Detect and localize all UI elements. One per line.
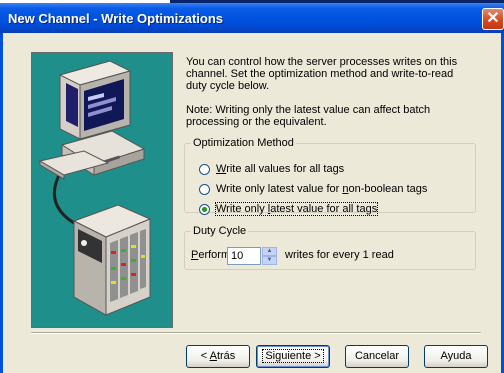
description-paragraph-2: Note: Writing only the latest value can … [186, 104, 431, 128]
duty-cycle-suffix: writes for every 1 read [285, 249, 394, 261]
radio-write-all-values-label[interactable]: Write all values for all tags [216, 163, 344, 175]
wizard-illustration [31, 52, 173, 328]
perform-label: Perform [191, 249, 231, 261]
optimization-method-group: Optimization Method Write all values for… [184, 137, 476, 216]
duty-cycle-group: Duty Cycle Perform 10 ▲ ▼ writes for eve… [184, 225, 476, 270]
wizard-illustration-graphic [38, 60, 152, 316]
computer-icon [38, 60, 146, 180]
duty-cycle-legend: Duty Cycle [193, 225, 247, 237]
duty-cycle-spinner[interactable]: ▲ ▼ [262, 247, 277, 265]
close-icon: ✕ [486, 10, 500, 27]
window-title: New Channel - Write Optimizations [8, 11, 224, 26]
title-bar[interactable]: New Channel - Write Optimizations ✕ [0, 3, 504, 33]
cancel-button[interactable]: Cancelar [345, 345, 409, 368]
description-paragraph-1: You can control how the server processes… [186, 56, 458, 92]
back-button[interactable]: < Atrás [186, 345, 250, 368]
help-button[interactable]: Ayuda [424, 345, 488, 368]
duty-cycle-value-input[interactable]: 10 [227, 247, 261, 265]
spin-up-icon[interactable]: ▲ [262, 247, 277, 256]
button-separator [31, 332, 481, 334]
radio-circle[interactable] [199, 164, 210, 175]
spin-down-icon[interactable]: ▼ [262, 256, 277, 265]
radio-write-latest-all-label[interactable]: Write only latest value for all tags [214, 202, 379, 216]
optimization-method-legend: Optimization Method [193, 137, 294, 149]
radio-circle-selected[interactable] [199, 204, 210, 215]
radio-write-latest-non-boolean-label[interactable]: Write only latest value for non-boolean … [216, 183, 427, 195]
next-button[interactable]: Siguiente > [256, 345, 330, 368]
close-button[interactable]: ✕ [482, 8, 504, 30]
window-frame-left [0, 33, 3, 373]
description-text: You can control how the server processes… [186, 56, 476, 140]
radio-circle[interactable] [199, 184, 210, 195]
device-rack-icon [72, 204, 152, 316]
